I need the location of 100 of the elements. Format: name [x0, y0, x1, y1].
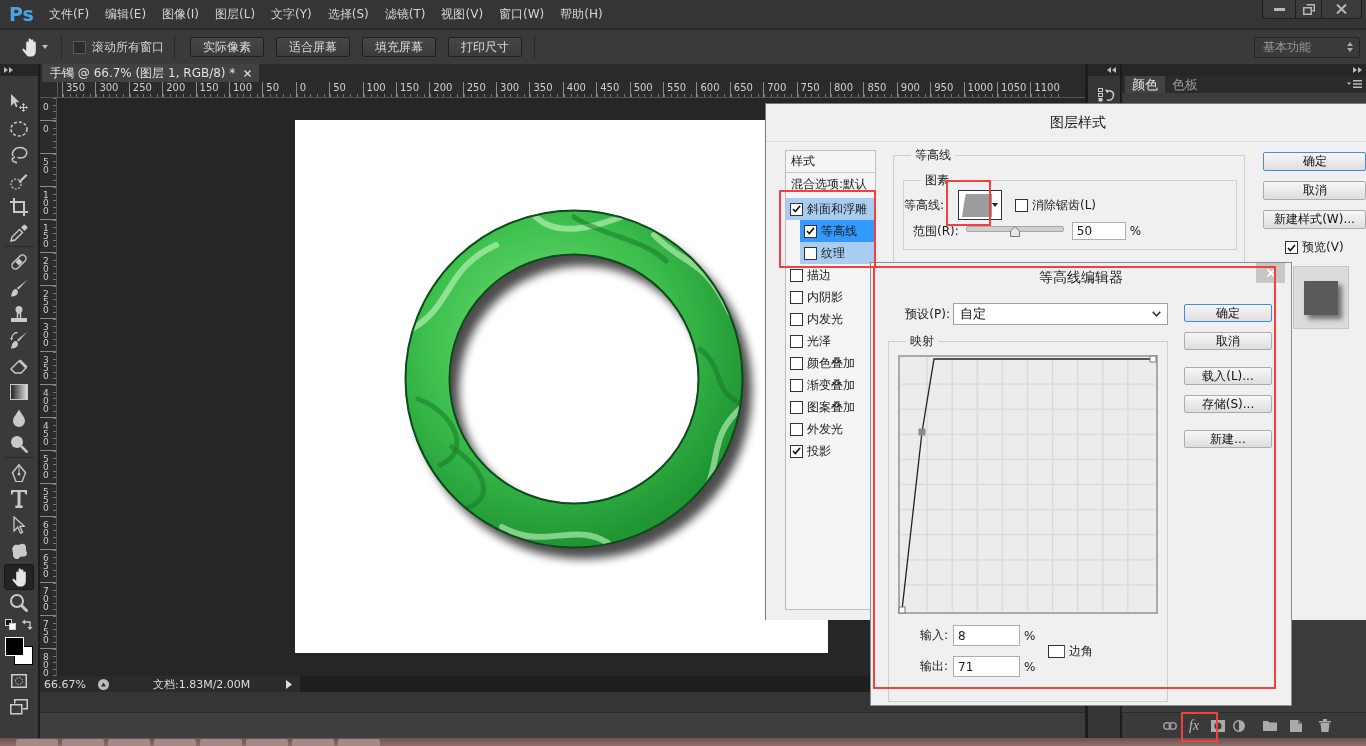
menu-item[interactable]: 滤镜(T) [376, 5, 434, 23]
ruler-label: 800 [834, 82, 854, 93]
dialog-button[interactable]: 确定 [1184, 304, 1272, 322]
document-tab[interactable]: 手镯 @ 66.7% (图层 1, RGB/8) * [42, 64, 260, 82]
percent-unit: % [1024, 659, 1036, 674]
menu-item[interactable]: 文字(Y) [263, 5, 320, 23]
range-slider[interactable] [965, 225, 1064, 237]
zoom-level[interactable]: 66.67% [44, 677, 86, 691]
dialog-button[interactable]: 取消 [1263, 181, 1366, 200]
new-layer-icon[interactable] [1290, 719, 1303, 732]
option-button[interactable]: 适合屏幕 [276, 37, 350, 57]
curve-point[interactable] [918, 428, 926, 436]
link-icon[interactable] [1163, 721, 1177, 730]
checkbox[interactable] [790, 312, 803, 326]
checkmark-icon [792, 447, 801, 455]
dialog-button[interactable]: 确定 [1263, 152, 1366, 171]
minimize-button[interactable] [1262, 0, 1296, 19]
curve-point[interactable] [898, 606, 906, 614]
checkbox[interactable] [790, 268, 803, 282]
checkbox[interactable] [1015, 198, 1028, 212]
mask-icon[interactable] [1211, 719, 1226, 732]
panel-tab[interactable]: 颜色 [1125, 76, 1165, 93]
menu-item[interactable]: 图像(I) [154, 5, 208, 23]
contour-label: 等高线: [904, 196, 944, 214]
color-swatches-icon[interactable] [5, 637, 33, 665]
slider-thumb[interactable] [1009, 226, 1020, 237]
ruler-label: 150 [399, 82, 419, 93]
dialog-button[interactable]: 新建样式(W)... [1263, 210, 1366, 229]
blob-shape-icon [10, 543, 28, 559]
adjustment-icon[interactable] [1233, 719, 1246, 732]
curve-point[interactable] [1149, 355, 1157, 363]
checkbox[interactable] [790, 444, 803, 458]
option-button[interactable]: 打印尺寸 [448, 37, 522, 57]
checkbox[interactable] [804, 224, 817, 238]
dialog-button[interactable]: 新建... [1184, 430, 1272, 448]
contour-picker[interactable] [958, 190, 1002, 220]
checkbox[interactable] [790, 378, 803, 392]
trash-icon[interactable] [1319, 719, 1332, 732]
fx-button[interactable]: fx [1189, 717, 1200, 734]
menu-item[interactable]: 图层(L) [207, 5, 264, 23]
checkbox[interactable] [1048, 644, 1066, 658]
checkbox[interactable] [1285, 241, 1298, 254]
default-colors-icon[interactable] [5, 619, 16, 630]
stamp-icon [10, 305, 28, 323]
workspace-dropdown[interactable]: 基本功能 [1254, 36, 1360, 58]
panel-tab[interactable]: 色板 [1165, 76, 1205, 93]
ruler-label: 350 [533, 82, 553, 93]
swap-arrows-icon[interactable] [22, 619, 33, 630]
checkbox[interactable] [790, 290, 803, 304]
group-title: 映射 [906, 334, 938, 348]
option-button[interactable]: 实际像素 [190, 37, 264, 57]
checkbox[interactable] [804, 246, 817, 260]
checkbox[interactable] [790, 356, 803, 370]
checkbox[interactable] [790, 334, 803, 348]
ruler-label: 1050 [1000, 82, 1027, 93]
screen-mode-icon[interactable] [10, 699, 28, 715]
dialog-button[interactable]: 载入(L)... [1184, 367, 1272, 385]
output-field[interactable]: 71 [953, 656, 1020, 677]
close-icon[interactable] [244, 69, 252, 77]
ruler-label: 150 [43, 224, 49, 248]
collapse-arrows-icon[interactable] [1107, 67, 1116, 73]
menu-item[interactable]: 编辑(E) [97, 5, 155, 23]
style-list-item[interactable]: 斜面和浮雕 [786, 198, 875, 220]
history-icon[interactable] [1098, 88, 1115, 102]
expand-arrows-icon[interactable] [4, 67, 13, 73]
style-list-item[interactable]: 等高线 [800, 220, 875, 242]
panel-menu-icon[interactable] [1347, 80, 1362, 88]
menu-item[interactable]: 文件(F) [40, 5, 98, 23]
input-field[interactable]: 8 [953, 625, 1020, 646]
ruler-label: 950 [934, 82, 954, 93]
dialog-title: 等高线编辑器 [1039, 268, 1123, 287]
blend-options-item[interactable]: 混合选项:默认 [791, 178, 868, 190]
folder-icon[interactable] [1263, 720, 1278, 731]
close-button[interactable] [1322, 0, 1362, 19]
preset-dropdown[interactable]: 自定 [953, 303, 1168, 325]
checkbox[interactable] [73, 40, 86, 54]
menu-item[interactable]: 窗口(W) [491, 5, 553, 23]
dialog-button[interactable]: 存储(S)... [1184, 395, 1272, 413]
ruler-label: 0 [43, 125, 49, 133]
style-list-item[interactable]: 纹理 [800, 242, 875, 264]
menu-item[interactable]: 帮助(H) [552, 5, 611, 23]
checkbox[interactable] [790, 400, 803, 414]
ruler-label: 400 [566, 82, 586, 93]
eraser-icon [10, 358, 28, 374]
restore-button[interactable] [1296, 0, 1322, 19]
ruler-label: 300 [43, 323, 49, 347]
ruler-label: 100 [43, 191, 49, 215]
ruler-label: 400 [43, 389, 49, 413]
checkbox-label: 滚动所有窗口 [92, 38, 164, 56]
quick-mask-icon[interactable] [11, 674, 27, 688]
play-triangle-icon[interactable] [286, 679, 292, 689]
expand-arrows-icon[interactable] [1353, 67, 1362, 73]
option-button[interactable]: 填充屏幕 [362, 37, 436, 57]
checkbox[interactable] [790, 422, 803, 436]
menu-item[interactable]: 选择(S) [319, 5, 377, 23]
range-input[interactable]: 50 [1071, 222, 1126, 240]
dialog-button[interactable]: 取消 [1184, 332, 1272, 350]
checkbox[interactable] [790, 202, 803, 216]
tool-button[interactable] [4, 564, 34, 590]
menu-item[interactable]: 视图(V) [433, 5, 492, 23]
